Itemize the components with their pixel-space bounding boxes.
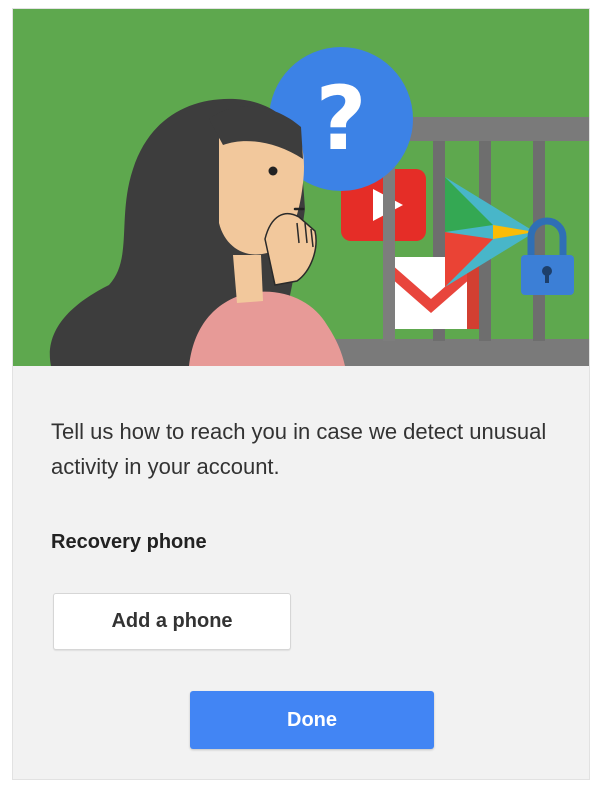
recovery-phone-label: Recovery phone: [51, 531, 207, 553]
question-mark: ?: [315, 67, 366, 170]
done-button[interactable]: Done: [190, 691, 434, 749]
recovery-card: ? Tell us how to reach you in case we de…: [12, 8, 590, 780]
reach-message: Tell us how to reach you in case we dete…: [51, 419, 547, 479]
hero-illustration: ?: [13, 9, 589, 366]
add-phone-button[interactable]: Add a phone: [53, 593, 291, 650]
